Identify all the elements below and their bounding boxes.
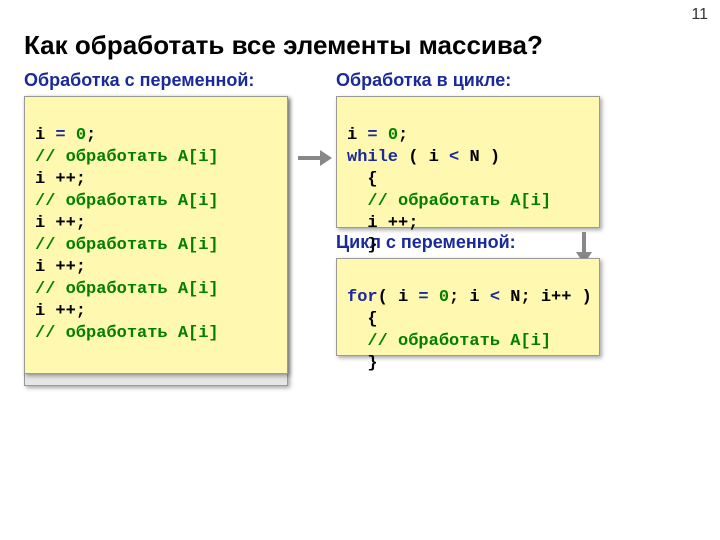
code2-l4-indent: [347, 192, 367, 211]
code1-l8: // обработать A[i]: [35, 280, 219, 299]
code3-l4: }: [347, 354, 378, 373]
code3-l1-for: for: [347, 288, 378, 307]
code2-l2-while: while: [347, 148, 398, 167]
code1-l1-semi: ;: [86, 126, 96, 145]
code2-l2-lt: <: [439, 148, 470, 167]
code1-l1-i: i: [35, 126, 45, 145]
code2-l3: {: [347, 170, 378, 189]
page-number: 11: [691, 6, 708, 24]
code3-l2: {: [347, 310, 378, 329]
code3-body: for( i = 0; i < N; i++ ) { // обработать…: [337, 281, 599, 381]
code3-l1-rest: N; i++ ): [510, 288, 592, 307]
code1-l9: i ++;: [35, 302, 86, 321]
code3-l3-indent: [347, 332, 367, 351]
page-title: Как обработать все элементы массива?: [24, 30, 543, 61]
code3-l1-zero: 0: [439, 288, 449, 307]
code-box-while: i = 0; while ( i < N ) { // обработать A…: [336, 96, 600, 228]
code1-l1-zero: 0: [76, 126, 86, 145]
code2-l1-eq: =: [357, 126, 388, 145]
code1-l2: // обработать A[i]: [35, 148, 219, 167]
code2-l4-comment: // обработать A[i]: [367, 192, 551, 211]
code-box-for: for( i = 0; i < N; i++ ) { // обработать…: [336, 258, 600, 356]
code2-l2-n: N ): [469, 148, 500, 167]
code3-l1-eq: =: [408, 288, 439, 307]
code1-body: i = 0; // обработать A[i] i ++; // обраб…: [25, 119, 287, 351]
code3-l3-comment: // обработать A[i]: [367, 332, 551, 351]
subtitle-variable: Обработка с переменной:: [24, 70, 254, 91]
code2-l6: }: [347, 236, 378, 255]
subtitle-loop: Обработка в цикле:: [336, 70, 511, 91]
code2-l1-i: i: [347, 126, 357, 145]
code2-l1-semi: ;: [398, 126, 408, 145]
code1-l1-eq: =: [45, 126, 76, 145]
code3-l1-semi1: ; i: [449, 288, 480, 307]
code-box-variable: i = 0; // обработать A[i] i ++; // обраб…: [24, 96, 288, 374]
code1-l4: // обработать A[i]: [35, 192, 219, 211]
arrow-right-icon: [296, 146, 332, 170]
code1-l10: // обработать A[i]: [35, 324, 219, 343]
code3-l1-open: ( i: [378, 288, 409, 307]
code2-l5: i ++;: [347, 214, 418, 233]
code1-l6: // обработать A[i]: [35, 236, 219, 255]
code1-l5: i ++;: [35, 214, 86, 233]
code1-l7: i ++;: [35, 258, 86, 277]
code2-l1-zero: 0: [388, 126, 398, 145]
code2-body: i = 0; while ( i < N ) { // обработать A…: [337, 119, 599, 263]
code3-l1-lt: <: [480, 288, 511, 307]
code1-l3: i ++;: [35, 170, 86, 189]
code2-l2-open: ( i: [398, 148, 439, 167]
